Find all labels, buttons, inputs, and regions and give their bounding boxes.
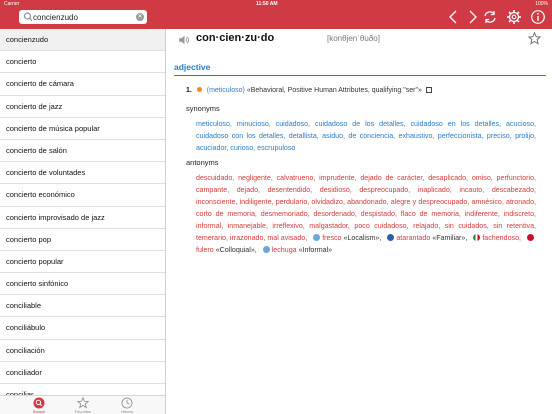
search-icon <box>23 12 33 22</box>
refresh-icon[interactable] <box>482 9 498 25</box>
flag-icon <box>473 234 481 241</box>
list-item[interactable]: concierto de cámara <box>0 73 165 96</box>
list-item[interactable]: concierto popular <box>0 251 165 274</box>
list-item[interactable]: concierto económico <box>0 184 165 207</box>
list-item[interactable]: concierto <box>0 51 165 74</box>
list-item[interactable]: conciliador <box>0 362 165 384</box>
list-item[interactable]: concierto de jazz <box>0 96 165 118</box>
antonym-regional[interactable]: lechuga <box>272 246 297 254</box>
antonym-regional[interactable]: atarantado <box>396 234 430 242</box>
synonyms-title: synonyms <box>186 104 220 113</box>
divider <box>174 75 546 76</box>
word-list: concienzudo concierto concierto de cámar… <box>0 29 166 395</box>
tab-label: Favorites <box>74 409 92 414</box>
antonyms-title: antonyms <box>186 158 219 167</box>
antonyms-text[interactable]: descuidado, negligente, calvatrueno, imp… <box>196 174 536 242</box>
tab-bar: Search Favorites History <box>0 395 166 414</box>
search-field[interactable]: ✕ <box>19 10 147 24</box>
search-input[interactable] <box>33 11 133 23</box>
clear-search-icon[interactable]: ✕ <box>136 13 144 21</box>
list-item[interactable]: concierto de música popular <box>0 118 165 140</box>
pronunciation: [konθjenˈθuðo] <box>327 34 380 43</box>
register-label: «Familiar», <box>432 234 468 242</box>
synonyms-list[interactable]: meticuloso, minucioso, cuidadoso, cuidad… <box>196 118 536 154</box>
sense-main-link[interactable]: (meticuloso) <box>207 87 245 94</box>
headword: con·cien·zu·do <box>196 32 275 44</box>
checkbox-icon[interactable] <box>425 87 432 93</box>
list-item[interactable]: conciliación <box>0 340 165 362</box>
antonyms-list[interactable]: descuidado, negligente, calvatrueno, imp… <box>196 172 536 256</box>
forward-arrow-icon[interactable] <box>464 9 480 25</box>
clock-icon <box>121 397 133 409</box>
flag-icon <box>313 234 321 241</box>
tab-favorites[interactable]: Favorites <box>63 396 103 414</box>
tab-label: Search <box>32 409 46 414</box>
battery-label: 100% <box>535 1 548 7</box>
list-item[interactable]: conciliable <box>0 295 165 318</box>
tab-label: History <box>120 409 134 414</box>
top-bar: Carrier 11:50 AM 100% ✕ <box>0 0 552 29</box>
antonym-regional[interactable]: fulero <box>196 246 214 254</box>
list-item[interactable]: concierto de salón <box>0 140 165 163</box>
dot-icon <box>196 87 202 92</box>
flag-icon <box>387 234 395 241</box>
tab-history[interactable]: History <box>107 396 147 414</box>
star-icon[interactable] <box>528 32 541 45</box>
register-label: «Informal» <box>298 246 333 254</box>
status-time: 11:50 AM <box>256 1 278 7</box>
sense-number: 1. <box>186 87 192 94</box>
tab-search[interactable]: Search <box>19 396 59 414</box>
list-item[interactable]: concierto de voluntades <box>0 162 165 185</box>
star-icon <box>77 397 89 409</box>
list-item[interactable]: concierto sinfónico <box>0 273 165 296</box>
list-item[interactable]: concierto pop <box>0 229 165 251</box>
register-label: «Colloquial», <box>215 246 257 254</box>
list-item[interactable]: concierto improvisado de jazz <box>0 207 165 229</box>
search-icon <box>33 397 45 409</box>
list-item[interactable]: conciliábulo <box>0 317 165 340</box>
flag-icon <box>262 246 270 253</box>
flag-icon <box>526 234 534 241</box>
sense-categories: «Behavioral, Positive Human Attributes, … <box>246 87 422 94</box>
antonym-regional[interactable]: fachendoso, <box>482 234 521 242</box>
entry-pane: con·cien·zu·do [konθjenˈθuðo] adjective … <box>167 29 552 414</box>
list-item[interactable]: conciliar <box>0 384 165 395</box>
info-icon[interactable] <box>530 9 546 25</box>
speaker-icon[interactable] <box>178 34 190 46</box>
register-label: «Localism», <box>343 234 382 242</box>
part-of-speech: adjective <box>174 62 211 72</box>
back-arrow-icon[interactable] <box>446 9 462 25</box>
carrier-label: Carrier <box>4 1 20 7</box>
list-item[interactable]: concienzudo <box>0 29 165 52</box>
gear-icon[interactable] <box>506 9 522 25</box>
sense-line: 1. (meticuloso) «Behavioral, Positive Hu… <box>186 87 541 94</box>
antonym-regional[interactable]: fresco <box>322 234 341 242</box>
